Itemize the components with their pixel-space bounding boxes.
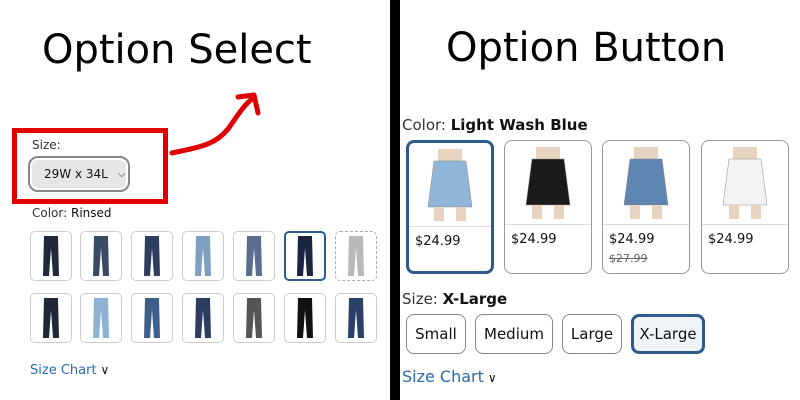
size-label: Size: X-Large — [402, 290, 508, 308]
color-value: Rinsed — [71, 206, 112, 220]
price: $24.99 — [415, 234, 461, 249]
jeans-thumbnail-icon — [144, 236, 160, 276]
size-value: X-Large — [442, 290, 508, 308]
price: $24.99 — [511, 232, 557, 247]
option-select-title: Option Select — [42, 27, 312, 73]
size-dropdown[interactable]: 29W x 34L ⌵ — [28, 156, 130, 192]
size-option-button[interactable]: Small — [406, 314, 466, 354]
color-value: Light Wash Blue — [450, 116, 588, 134]
old-price: $27.99 — [609, 252, 648, 265]
color-swatch[interactable] — [182, 231, 224, 281]
skirt-image — [702, 141, 788, 225]
size-option-button[interactable]: Medium — [475, 314, 553, 354]
chevron-down-icon: ∨ — [100, 363, 110, 377]
size-chart-link[interactable]: Size Chart ∨ — [30, 363, 109, 378]
size-option-button[interactable]: X-Large — [631, 314, 705, 354]
color-swatch[interactable] — [233, 293, 275, 343]
price: $24.99 — [708, 232, 754, 247]
product-option-card[interactable]: $24.99 — [406, 140, 494, 274]
color-label: Color: Rinsed — [32, 206, 112, 220]
jeans-thumbnail-icon — [93, 298, 109, 338]
jeans-thumbnail-icon — [348, 236, 364, 276]
jeans-thumbnail-icon — [195, 236, 211, 276]
color-swatch[interactable] — [30, 231, 72, 281]
price: $24.99 — [609, 232, 655, 247]
color-swatch[interactable] — [80, 293, 122, 343]
jeans-thumbnail-icon — [195, 298, 211, 338]
size-chart-link[interactable]: Size Chart ∨ — [402, 367, 497, 386]
jeans-thumbnail-icon — [144, 298, 160, 338]
product-option-card[interactable]: $24.99 — [701, 140, 789, 274]
jeans-thumbnail-icon — [348, 298, 364, 338]
curved-arrow-icon — [169, 92, 261, 156]
jeans-thumbnail-icon — [43, 236, 59, 276]
skirt-image — [409, 143, 491, 227]
size-label: Size: — [32, 138, 61, 152]
color-swatch[interactable] — [335, 293, 377, 343]
option-button-title: Option Button — [446, 25, 727, 71]
color-swatch[interactable] — [233, 231, 275, 281]
color-swatch[interactable] — [131, 231, 173, 281]
color-swatch[interactable] — [284, 293, 326, 343]
jeans-thumbnail-icon — [246, 298, 262, 338]
chevron-down-icon: ∨ — [487, 371, 497, 385]
color-swatch[interactable] — [80, 231, 122, 281]
jeans-thumbnail-icon — [246, 236, 262, 276]
panel-divider — [390, 0, 400, 400]
size-option-button[interactable]: Large — [562, 314, 622, 354]
color-swatch[interactable] — [131, 293, 173, 343]
jeans-thumbnail-icon — [297, 298, 313, 338]
size-dropdown-value: 29W x 34L — [44, 167, 108, 181]
product-option-card[interactable]: $24.99 $27.99 — [602, 140, 690, 274]
skirt-image — [603, 141, 689, 225]
skirt-image — [505, 141, 591, 225]
color-swatch[interactable] — [182, 293, 224, 343]
jeans-thumbnail-icon — [297, 236, 313, 276]
chevron-down-icon: ⌵ — [117, 168, 126, 180]
color-swatch[interactable] — [284, 231, 326, 281]
jeans-thumbnail-icon — [43, 298, 59, 338]
jeans-thumbnail-icon — [93, 236, 109, 276]
product-option-card[interactable]: $24.99 — [504, 140, 592, 274]
color-swatch[interactable] — [335, 231, 377, 281]
color-swatch[interactable] — [30, 293, 72, 343]
color-label: Color: Light Wash Blue — [402, 116, 588, 134]
